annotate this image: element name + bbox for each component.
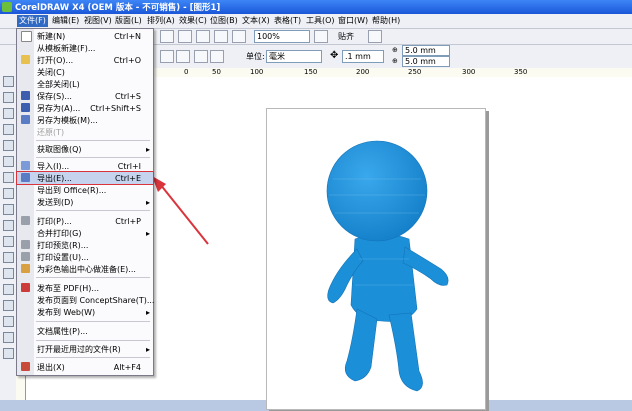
menu-item-open[interactable]: 打开(O)... Ctrl+O <box>17 54 153 66</box>
menu-item-shortcut: Ctrl+P <box>115 217 141 226</box>
menu-item-revert: 还原(T) <box>17 126 153 138</box>
menu-item-document-properties[interactable]: 文档属性(P)... <box>17 325 153 337</box>
print-preview-icon <box>21 240 30 249</box>
submenu-arrow-icon: ▸ <box>145 145 150 154</box>
menu-item-save-as-template[interactable]: 另存为模板(M)... <box>17 114 153 126</box>
menu-item-label: 文档属性(P)... <box>37 327 88 336</box>
print-setup-icon <box>21 252 30 261</box>
submenu-arrow-icon: ▸ <box>145 229 150 238</box>
menu-item-save[interactable]: 保存(S)... Ctrl+S <box>17 90 153 102</box>
import-icon <box>21 161 30 170</box>
menu-separator <box>36 321 150 322</box>
menu-item-label: 发布到 Web(W) <box>37 308 96 317</box>
menu-item-prepare-for-service-bureau[interactable]: 为彩色输出中心做准备(E)... <box>17 263 153 275</box>
menu-item-label: 导入(I)... <box>37 162 70 171</box>
menu-item-send-to[interactable]: 发送到(D) ▸ <box>17 196 153 208</box>
menu-item-label: 为彩色输出中心做准备(E)... <box>37 265 136 274</box>
menu-item-label: 打印(P)... <box>37 217 72 226</box>
menu-item-export[interactable]: 导出(E)... Ctrl+E <box>16 171 154 185</box>
menu-item-label: 打开最近用过的文件(R) <box>37 345 121 354</box>
menu-item-shortcut: Ctrl+S <box>114 92 141 101</box>
menu-item-shortcut: Ctrl+Shift+S <box>90 104 141 113</box>
menu-item-label: 从模板新建(F)... <box>37 44 96 53</box>
menu-item-save-as[interactable]: 另存为(A)... Ctrl+Shift+S <box>17 102 153 114</box>
submenu-arrow-icon: ▸ <box>145 345 150 354</box>
menu-item-label: 发布页面到 ConceptShare(T)... <box>37 296 155 305</box>
print-icon <box>21 216 30 225</box>
menu-separator <box>36 277 150 278</box>
menu-item-label: 导出到 Office(R)... <box>37 186 107 195</box>
menu-item-label: 打印预览(R)... <box>37 241 89 250</box>
menu-item-shortcut: Ctrl+E <box>115 174 141 183</box>
pdf-icon <box>21 283 30 292</box>
menu-separator <box>36 210 150 211</box>
menu-item-label: 新建(N) <box>37 32 66 41</box>
menu-item-print[interactable]: 打印(P)... Ctrl+P <box>17 215 153 227</box>
new-document-icon <box>21 31 32 42</box>
menu-item-shortcut: Ctrl+I <box>117 162 141 171</box>
menu-item-close[interactable]: 关闭(C) <box>17 66 153 78</box>
save-as-icon <box>21 103 30 112</box>
menu-item-label: 发送到(D) <box>37 198 74 207</box>
menu-separator <box>36 340 150 341</box>
menu-item-label: 关闭(C) <box>37 68 65 77</box>
menu-item-publish-pdf[interactable]: 发布至 PDF(H)... <box>17 282 153 294</box>
menu-item-label: 合并打印(G) <box>37 229 82 238</box>
menu-item-export-office[interactable]: 导出到 Office(R)... <box>17 184 153 196</box>
menu-item-print-merge[interactable]: 合并打印(G) ▸ <box>17 227 153 239</box>
menu-item-label: 导出(E)... <box>37 174 72 183</box>
save-icon <box>21 91 30 100</box>
menu-item-label: 保存(S)... <box>37 92 72 101</box>
prepare-output-icon <box>21 264 30 273</box>
menu-item-shortcut: Ctrl+O <box>113 56 141 65</box>
menu-item-shortcut: Alt+F4 <box>113 363 141 372</box>
menu-item-publish-web[interactable]: 发布到 Web(W) ▸ <box>17 306 153 318</box>
open-folder-icon <box>21 55 30 64</box>
file-menu-dropdown: 新建(N) Ctrl+N 从模板新建(F)... 打开(O)... Ctrl+O… <box>16 28 154 376</box>
submenu-arrow-icon: ▸ <box>145 198 150 207</box>
menu-separator <box>36 140 150 141</box>
export-icon <box>21 173 30 182</box>
menu-item-label: 退出(X) <box>37 363 65 372</box>
menu-item-label: 发布至 PDF(H)... <box>37 284 100 293</box>
submenu-arrow-icon: ▸ <box>145 308 150 317</box>
menu-item-label: 打印设置(U)... <box>37 253 89 262</box>
menu-item-publish-conceptshare[interactable]: 发布页面到 ConceptShare(T)... <box>17 294 155 306</box>
menu-item-new[interactable]: 新建(N) Ctrl+N <box>17 30 153 42</box>
menu-item-print-preview[interactable]: 打印预览(R)... <box>17 239 153 251</box>
menu-item-label: 全部关闭(L) <box>37 80 80 89</box>
save-template-icon <box>21 115 30 124</box>
exit-icon <box>21 362 30 371</box>
menu-separator <box>36 157 150 158</box>
menu-item-label: 另存为模板(M)... <box>37 116 98 125</box>
menu-item-close-all[interactable]: 全部关闭(L) <box>17 78 153 90</box>
menu-item-recent-files[interactable]: 打开最近用过的文件(R) ▸ <box>17 343 153 355</box>
menu-item-shortcut: Ctrl+N <box>114 32 141 41</box>
menu-item-label: 打开(O)... <box>37 56 74 65</box>
menu-item-import[interactable]: 导入(I)... Ctrl+I <box>17 160 153 172</box>
menu-separator <box>36 357 150 358</box>
menu-item-new-from-template[interactable]: 从模板新建(F)... <box>17 42 153 54</box>
menu-item-label: 获取图像(Q) <box>37 145 82 154</box>
menu-item-print-setup[interactable]: 打印设置(U)... <box>17 251 153 263</box>
menu-item-acquire-image[interactable]: 获取图像(Q) ▸ <box>17 143 153 155</box>
menu-item-label: 还原(T) <box>37 128 65 137</box>
menu-item-exit[interactable]: 退出(X) Alt+F4 <box>17 361 153 373</box>
menu-item-label: 另存为(A)... <box>37 104 81 113</box>
